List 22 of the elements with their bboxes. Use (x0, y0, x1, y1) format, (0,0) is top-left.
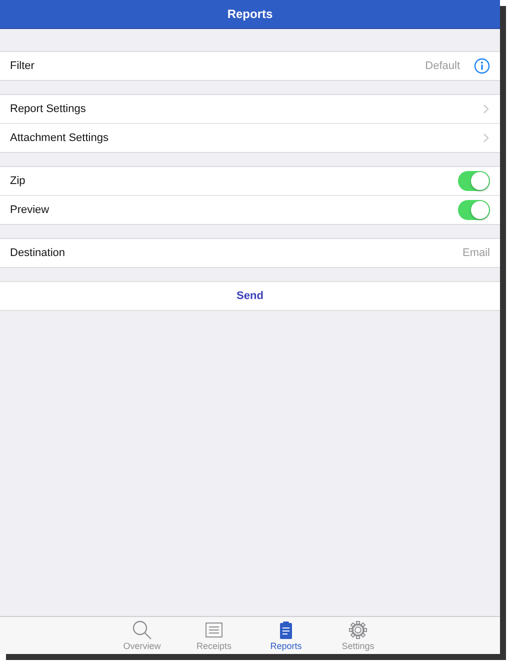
chevron-icon (482, 104, 490, 114)
info-icon[interactable] (474, 58, 490, 74)
tab-item[interactable]: Overview (117, 617, 167, 654)
settings-row[interactable]: Attachment Settings (0, 123, 500, 152)
send-button[interactable]: Send (230, 288, 270, 304)
row-label: Filter (10, 60, 36, 72)
nav-title: Reports (227, 7, 273, 21)
settings-icon (348, 620, 368, 640)
tab-item[interactable]: Receipts (189, 617, 239, 654)
row-value: Default (425, 60, 460, 72)
row-label: Preview (10, 204, 50, 216)
settings-row[interactable]: Report Settings (0, 95, 500, 123)
toggle-switch[interactable] (458, 200, 490, 220)
row-label: Destination (10, 247, 66, 259)
tab-item[interactable]: Settings (333, 617, 383, 654)
receipt-icon (204, 620, 224, 640)
row-value: Email (462, 247, 490, 259)
chevron-icon (482, 133, 490, 143)
row-label: Zip (10, 175, 26, 187)
tab-item[interactable]: Reports (261, 617, 311, 654)
toggle-switch[interactable] (458, 171, 490, 191)
search-icon (132, 620, 152, 640)
